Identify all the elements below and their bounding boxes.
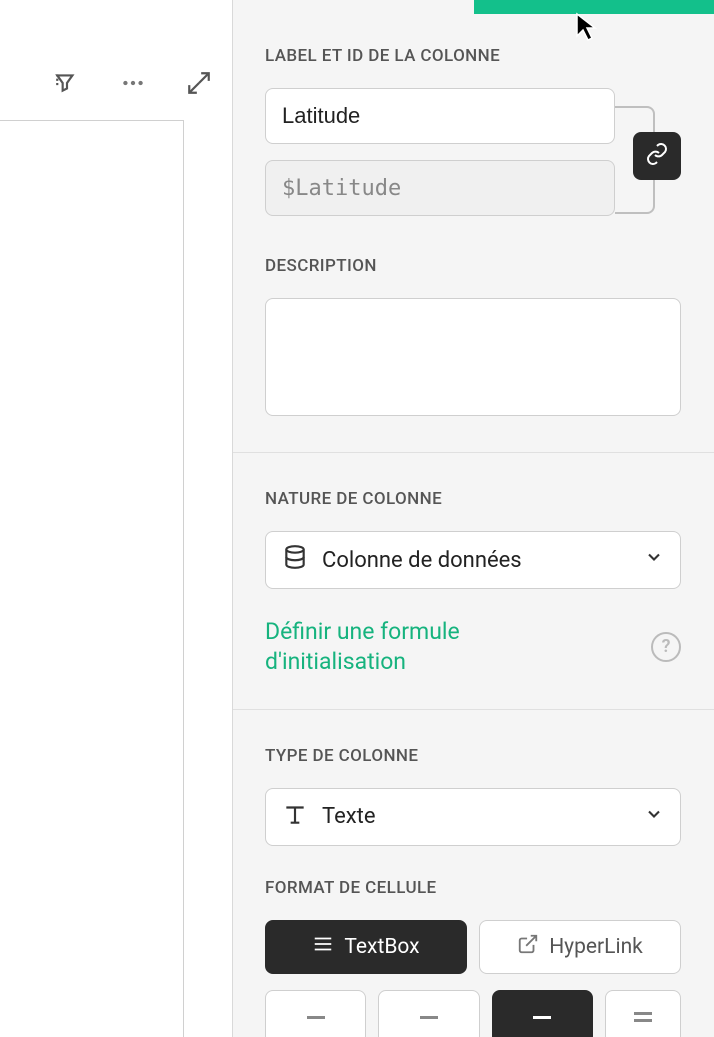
filter-icon[interactable] xyxy=(54,70,80,96)
left-pane xyxy=(0,0,232,1037)
cell-format-hyperlink-label: HyperLink xyxy=(549,935,643,959)
divider xyxy=(233,452,714,453)
textbox-icon xyxy=(312,933,334,961)
type-select-value: Texte xyxy=(322,804,376,829)
align-option-3[interactable] xyxy=(492,990,593,1037)
align-option-2[interactable] xyxy=(378,990,479,1037)
section-label-id: LABEL ET ID DE LA COLONNE xyxy=(265,46,682,66)
section-nature: NATURE DE COLONNE xyxy=(265,489,682,509)
cell-format-textbox-label: TextBox xyxy=(344,935,419,959)
more-icon[interactable] xyxy=(120,70,146,96)
type-select[interactable]: Texte xyxy=(265,788,681,846)
expand-icon[interactable] xyxy=(186,70,212,96)
cell-format-textbox[interactable]: TextBox xyxy=(265,920,467,974)
description-textarea[interactable] xyxy=(265,298,681,416)
chevron-down-icon xyxy=(644,547,664,573)
column-label-input[interactable] xyxy=(265,88,615,144)
chevron-down-icon xyxy=(644,804,664,830)
section-type: TYPE DE COLONNE xyxy=(265,746,682,766)
external-link-icon xyxy=(517,933,539,961)
label-id-group xyxy=(265,88,682,216)
divider xyxy=(233,709,714,710)
define-formula-link[interactable]: Définir une formule d'initialisation xyxy=(265,617,565,677)
database-icon xyxy=(282,544,308,576)
properties-panel: LABEL ET ID DE LA COLONNE DESCRIPTION NA… xyxy=(232,0,714,1037)
text-type-icon xyxy=(282,801,308,833)
section-cell-format: FORMAT DE CELLULE xyxy=(265,878,682,898)
help-button[interactable]: ? xyxy=(651,632,681,662)
section-description: DESCRIPTION xyxy=(265,256,682,276)
help-icon: ? xyxy=(662,636,671,657)
link-icon xyxy=(645,142,669,170)
nature-select-value: Colonne de données xyxy=(322,548,522,573)
nature-select[interactable]: Colonne de données xyxy=(265,531,681,589)
mouse-cursor xyxy=(575,12,601,48)
document-edge xyxy=(0,120,184,1037)
link-toggle-button[interactable] xyxy=(633,132,681,180)
align-option-1[interactable] xyxy=(265,990,366,1037)
align-option-4[interactable] xyxy=(605,990,681,1037)
cell-format-hyperlink[interactable]: HyperLink xyxy=(479,920,681,974)
column-id-input[interactable] xyxy=(265,160,615,216)
